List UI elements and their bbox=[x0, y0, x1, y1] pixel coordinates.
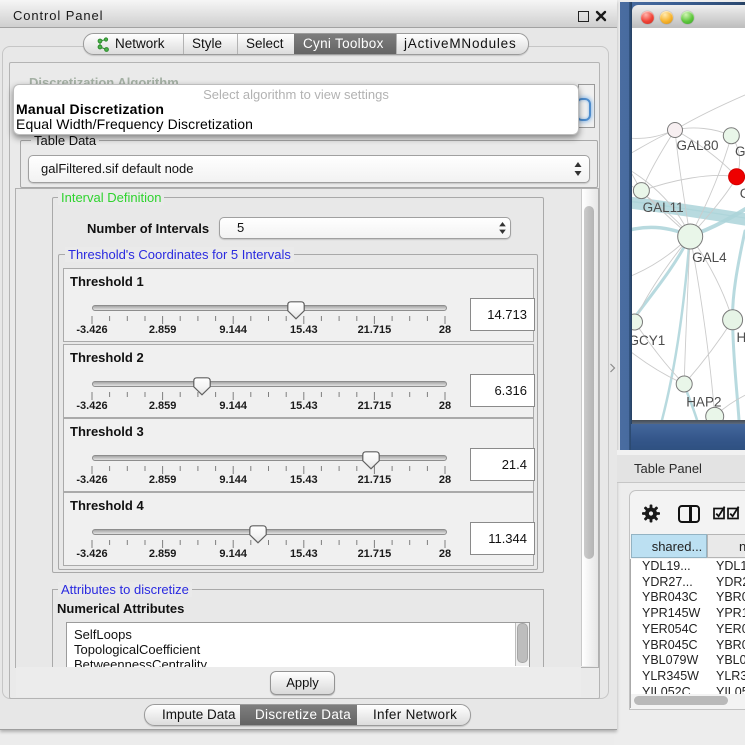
svg-text:HI: HI bbox=[737, 330, 745, 345]
svg-text:GAL80: GAL80 bbox=[677, 138, 719, 153]
svg-text:GAL4: GAL4 bbox=[692, 250, 727, 265]
svg-text:GCY1: GCY1 bbox=[632, 333, 665, 348]
svg-text:CD: CD bbox=[740, 186, 745, 201]
svg-text:GAL11: GAL11 bbox=[643, 200, 684, 215]
svg-text:GAL2: GAL2 bbox=[735, 144, 745, 159]
svg-text:HAP2: HAP2 bbox=[686, 395, 721, 410]
